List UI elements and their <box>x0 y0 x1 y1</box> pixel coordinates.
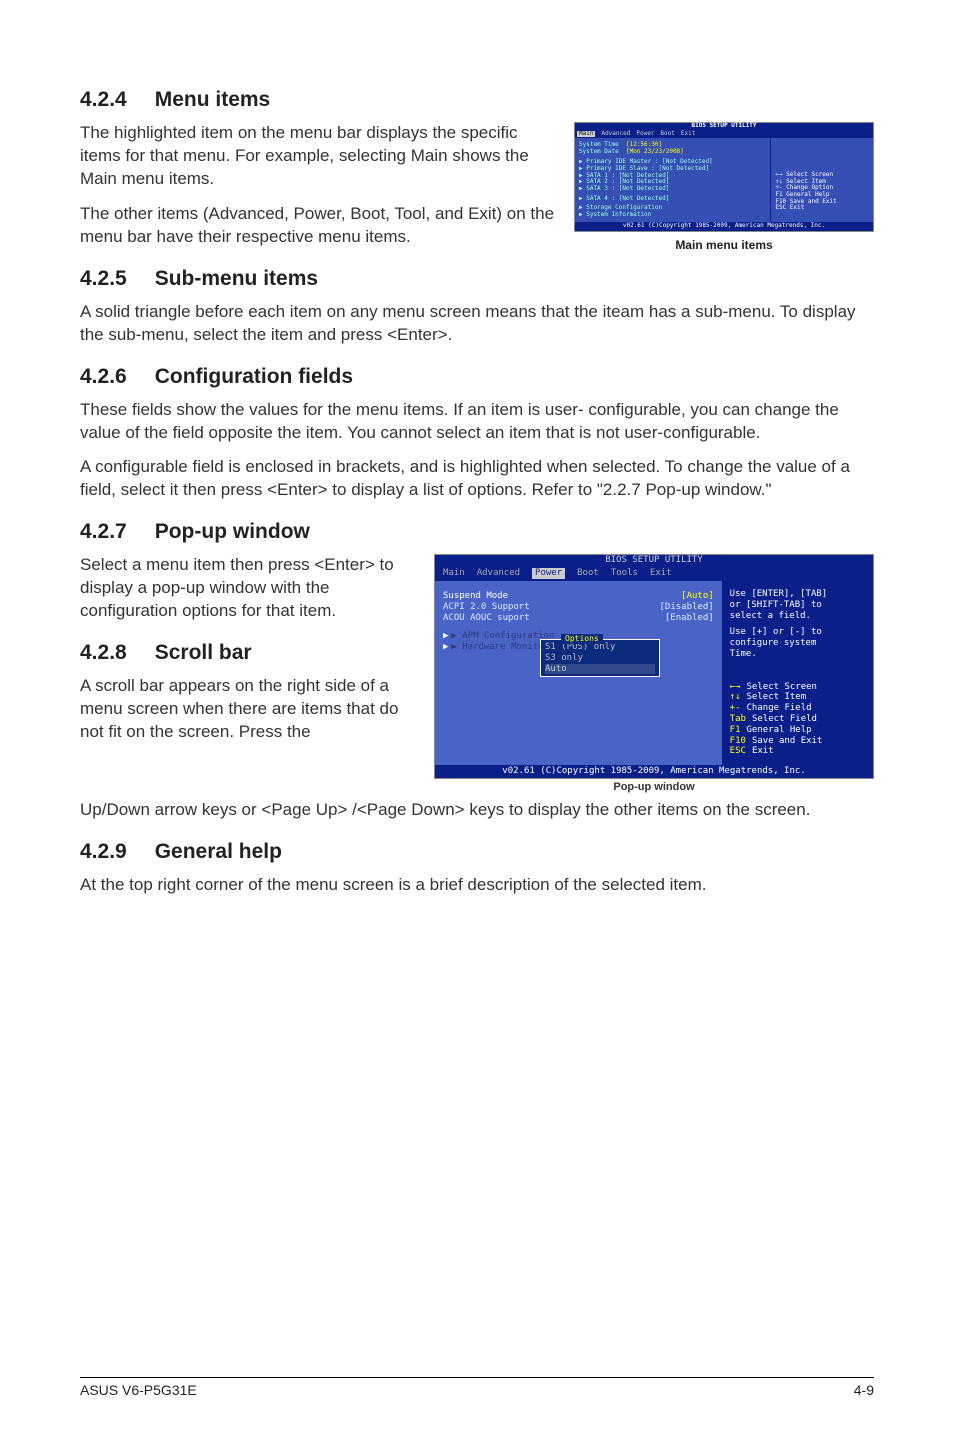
heading-general-help: 4.2.9General help <box>80 840 874 864</box>
bios-popup-tabs: Main Advanced Power Boot Tools Exit <box>435 566 873 581</box>
para-s426-2: A configurable field is enclosed in brac… <box>80 456 874 502</box>
heading-submenu-items: 4.2.5Sub-menu items <box>80 267 874 291</box>
para-s429-1: At the top right corner of the menu scre… <box>80 874 874 897</box>
heading-config-fields: 4.2.6Configuration fields <box>80 365 874 389</box>
heading-popup-window: 4.2.7Pop-up window <box>80 520 874 544</box>
bios-popup-left-panel: Suspend Mode[Auto] ACPI 2.0 Support[Disa… <box>435 581 722 765</box>
bios-popup-caption: Pop-up window <box>434 781 874 793</box>
bios-popup-options: Options S1 (POS) only S3 only Auto <box>540 639 660 677</box>
bios-mini-tabs: Main Advanced Power Boot Exit <box>575 130 873 139</box>
footer-right: 4-9 <box>854 1382 874 1398</box>
footer-left: ASUS V6-P5G31E <box>80 1382 197 1398</box>
para-s425-1: A solid triangle before each item on any… <box>80 301 874 347</box>
heading-menu-items: 4.2.4Menu items <box>80 88 874 112</box>
bios-mini-footer: v02.61 (C)Copyright 1985-2009, American … <box>575 222 873 231</box>
para-s426-1: These fields show the values for the men… <box>80 399 874 445</box>
bios-popup-right-panel: Use [ENTER], [TAB] or [SHIFT-TAB] to sel… <box>722 581 873 765</box>
para-s428-2: Up/Down arrow keys or <Page Up> /<Page D… <box>80 799 874 822</box>
bios-popup-footer: v02.61 (C)Copyright 1985-2009, American … <box>435 765 873 778</box>
bios-mini-left-panel: System Time [12:56:30] System Date [Mon … <box>575 138 770 222</box>
bios-mini-right-panel: ←→ Select Screen ↑↓ Select Item +- Chang… <box>770 138 873 222</box>
bios-main-menu-figure: BIOS SETUP UTILITY Main Advanced Power B… <box>574 122 874 252</box>
bios-popup-title: BIOS SETUP UTILITY <box>435 555 873 566</box>
page-footer: ASUS V6-P5G31E 4-9 <box>80 1377 874 1398</box>
bios-mini-caption: Main menu items <box>574 238 874 252</box>
bios-popup-figure: BIOS SETUP UTILITY Main Advanced Power B… <box>434 554 874 793</box>
bios-mini-title: BIOS SETUP UTILITY <box>575 123 873 130</box>
